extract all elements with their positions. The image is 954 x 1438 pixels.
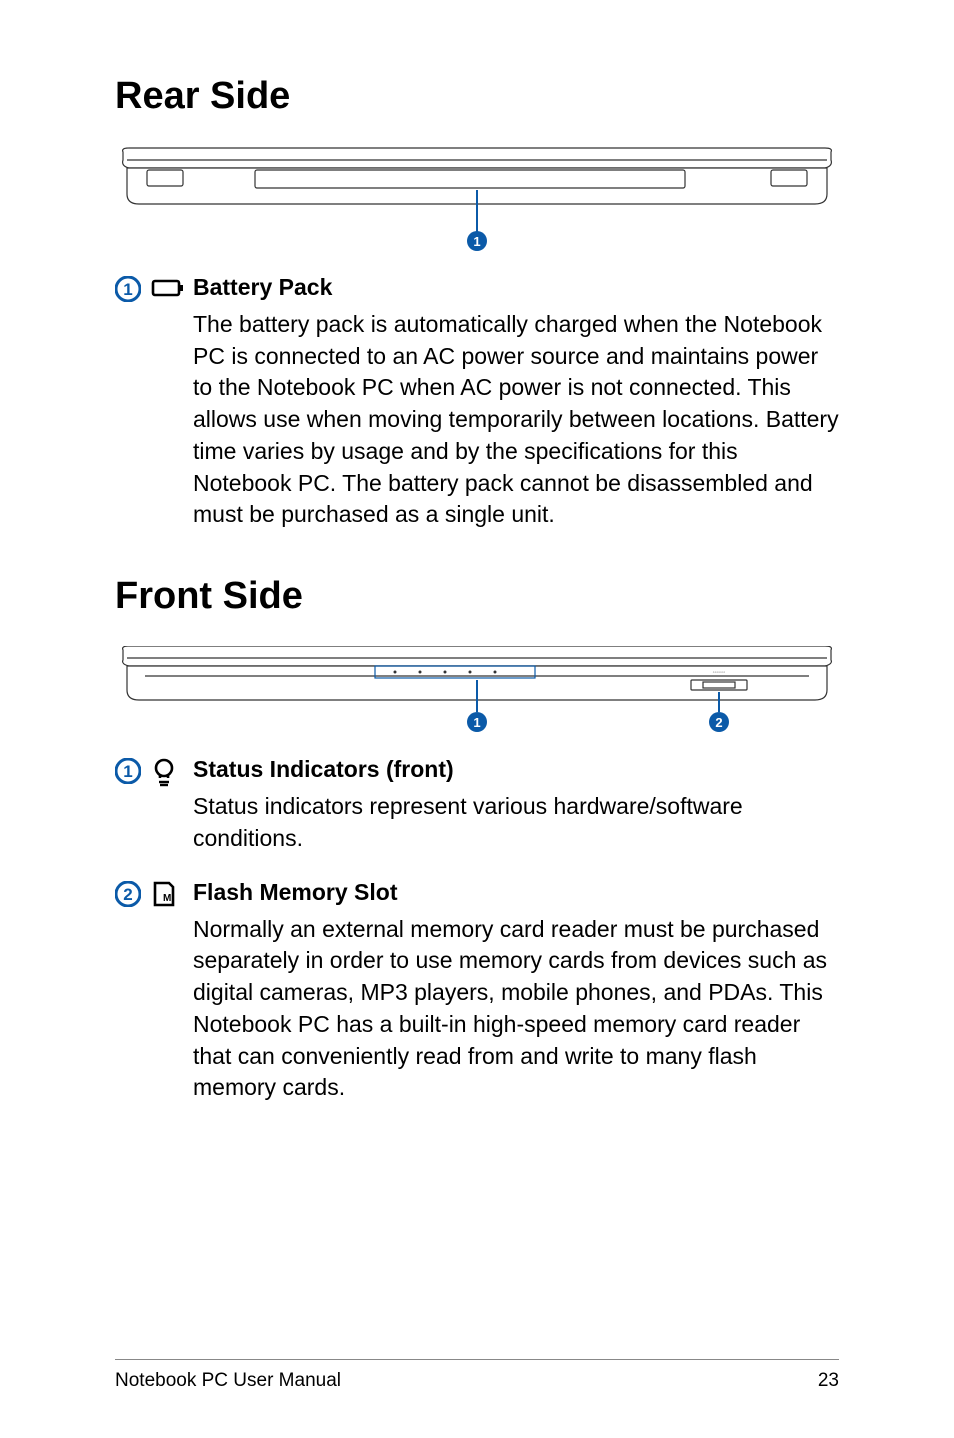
- rear-callout-1: 1: [473, 234, 480, 249]
- rear-item-1: 1 Battery Pack The battery pack is autom…: [115, 274, 839, 531]
- front-side-diagram: ◦◦◦◦◦◦ 1 2: [115, 646, 839, 738]
- front-side-heading: Front Side: [115, 575, 839, 618]
- front-item-1: 1 Status Indicators (front) Status indic…: [115, 756, 839, 854]
- badge-2-icon: 2: [115, 881, 141, 907]
- svg-text:M: M: [163, 893, 171, 904]
- svg-text:1: 1: [123, 280, 132, 299]
- battery-icon: [151, 276, 185, 300]
- svg-text:2: 2: [123, 885, 132, 904]
- front-callout-1: 1: [473, 715, 480, 730]
- lightbulb-icon: [151, 758, 179, 788]
- svg-text:◦◦◦◦◦◦: ◦◦◦◦◦◦: [713, 670, 726, 676]
- battery-pack-heading: Battery Pack: [193, 274, 839, 301]
- badge-1-icon: 1: [115, 276, 141, 302]
- status-indicators-heading: Status Indicators (front): [193, 756, 839, 783]
- rear-side-diagram: 1: [115, 146, 839, 256]
- battery-pack-body: The battery pack is automatically charge…: [193, 309, 839, 531]
- status-indicators-body: Status indicators represent various hard…: [193, 791, 839, 854]
- flash-memory-body: Normally an external memory card reader …: [193, 914, 839, 1104]
- footer-left: Notebook PC User Manual: [115, 1370, 341, 1392]
- badge-1-icon: 1: [115, 758, 141, 784]
- front-item-2: 2 M Flash Memory Slot Normally an extern…: [115, 879, 839, 1104]
- flash-memory-heading: Flash Memory Slot: [193, 879, 839, 906]
- memory-card-icon: M: [151, 881, 179, 909]
- svg-text:1: 1: [123, 762, 132, 781]
- footer-page-number: 23: [818, 1370, 839, 1392]
- rear-side-heading: Rear Side: [115, 75, 839, 118]
- front-callout-2: 2: [715, 715, 722, 730]
- footer-divider: [115, 1359, 839, 1360]
